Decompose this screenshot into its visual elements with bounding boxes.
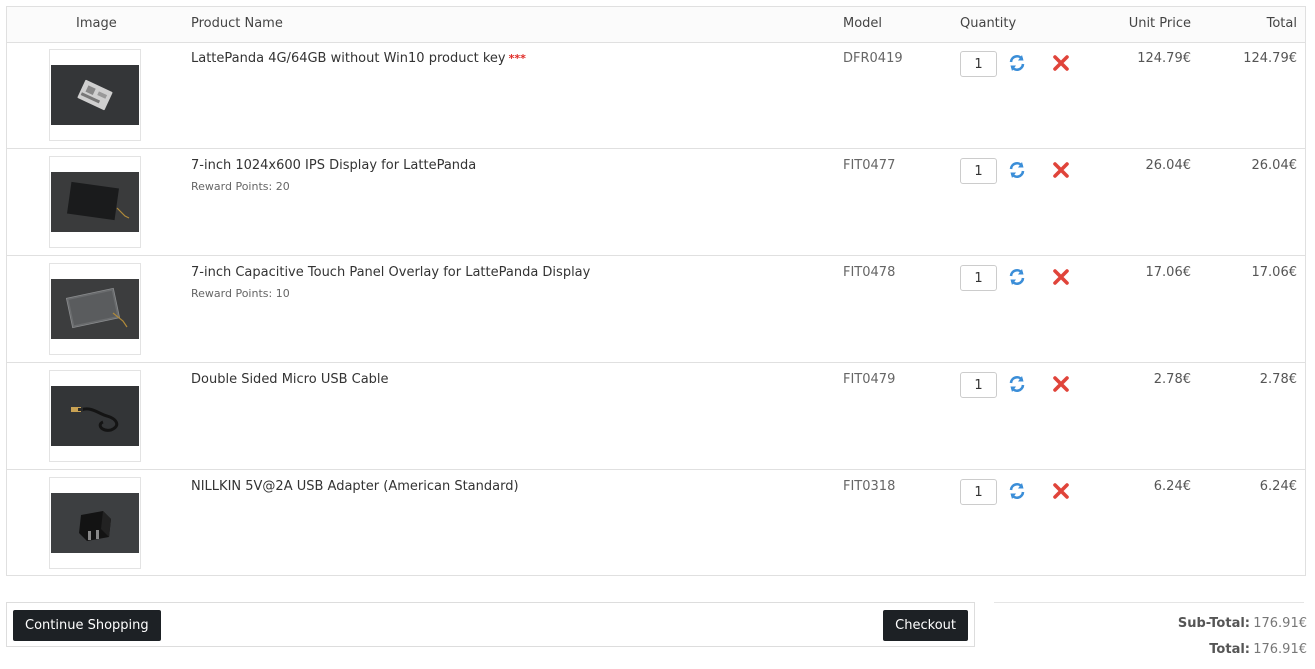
remove-icon[interactable] bbox=[1051, 481, 1071, 501]
product-model: FIT0318 bbox=[843, 479, 896, 494]
quantity-input[interactable] bbox=[960, 51, 997, 77]
summary-divider bbox=[994, 602, 1304, 603]
product-image-link[interactable] bbox=[49, 156, 141, 248]
row-total: 17.06€ bbox=[1251, 265, 1298, 280]
product-image-link[interactable] bbox=[49, 263, 141, 355]
remove-icon[interactable] bbox=[1051, 267, 1071, 287]
reward-points: Reward Points: 10 bbox=[191, 287, 290, 300]
product-model: FIT0478 bbox=[843, 265, 896, 280]
remove-icon[interactable] bbox=[1051, 53, 1071, 73]
row-total: 2.78€ bbox=[1259, 372, 1297, 387]
total-label: Total: bbox=[1209, 642, 1250, 657]
product-name-link[interactable]: LattePanda 4G/64GB without Win10 product… bbox=[191, 51, 526, 66]
product-image-link[interactable] bbox=[49, 49, 141, 141]
total-value: 176.91€ bbox=[1253, 642, 1307, 657]
product-name-link[interactable]: 7-inch Capacitive Touch Panel Overlay fo… bbox=[191, 265, 590, 280]
refresh-icon[interactable] bbox=[1007, 481, 1027, 501]
quantity-input[interactable] bbox=[960, 372, 997, 398]
table-row: NILLKIN 5V@2A USB Adapter (American Stan… bbox=[7, 470, 1305, 577]
product-name-link[interactable]: 7-inch 1024x600 IPS Display for LattePan… bbox=[191, 158, 476, 173]
refresh-icon[interactable] bbox=[1007, 267, 1027, 287]
product-image bbox=[51, 493, 139, 553]
header-quantity: Quantity bbox=[960, 16, 1017, 31]
cart-actions-bar: Continue Shopping Checkout bbox=[6, 602, 975, 647]
cart-table: Image Product Name Model Quantity Unit P… bbox=[6, 6, 1306, 576]
product-image bbox=[51, 279, 139, 339]
unit-price: 6.24€ bbox=[1153, 479, 1191, 494]
checkout-button[interactable]: Checkout bbox=[883, 610, 968, 641]
required-marker: *** bbox=[508, 52, 526, 65]
reward-points: Reward Points: 20 bbox=[191, 180, 290, 193]
unit-price: 2.78€ bbox=[1153, 372, 1191, 387]
row-total: 124.79€ bbox=[1243, 51, 1297, 66]
product-image bbox=[51, 65, 139, 125]
header-product-name: Product Name bbox=[191, 16, 283, 31]
quantity-input[interactable] bbox=[960, 265, 997, 291]
product-name-link[interactable]: Double Sided Micro USB Cable bbox=[191, 372, 389, 387]
quantity-input[interactable] bbox=[960, 158, 997, 184]
unit-price: 124.79€ bbox=[1137, 51, 1191, 66]
product-image-link[interactable] bbox=[49, 477, 141, 569]
header-unit-price: Unit Price bbox=[1128, 16, 1191, 31]
refresh-icon[interactable] bbox=[1007, 53, 1027, 73]
row-total: 6.24€ bbox=[1259, 479, 1297, 494]
remove-icon[interactable] bbox=[1051, 160, 1071, 180]
table-row: 7-inch 1024x600 IPS Display for LattePan… bbox=[7, 149, 1305, 256]
header-total: Total bbox=[1266, 16, 1297, 31]
subtotal-label: Sub-Total: bbox=[1177, 616, 1250, 631]
quantity-input[interactable] bbox=[960, 479, 997, 505]
product-name-link[interactable]: NILLKIN 5V@2A USB Adapter (American Stan… bbox=[191, 479, 519, 494]
product-image bbox=[51, 172, 139, 232]
cart-table-header: Image Product Name Model Quantity Unit P… bbox=[7, 7, 1305, 43]
header-model: Model bbox=[843, 16, 883, 31]
product-model: FIT0479 bbox=[843, 372, 896, 387]
product-model: DFR0419 bbox=[843, 51, 903, 66]
table-row: 7-inch Capacitive Touch Panel Overlay fo… bbox=[7, 256, 1305, 363]
table-row: Double Sided Micro USB Cable FIT0479 2.7… bbox=[7, 363, 1305, 470]
unit-price: 26.04€ bbox=[1145, 158, 1192, 173]
product-model: FIT0477 bbox=[843, 158, 896, 173]
header-image: Image bbox=[76, 16, 117, 31]
unit-price: 17.06€ bbox=[1145, 265, 1192, 280]
subtotal-value: 176.91€ bbox=[1253, 616, 1307, 631]
product-image bbox=[51, 386, 139, 446]
table-row: LattePanda 4G/64GB without Win10 product… bbox=[7, 42, 1305, 149]
product-image-link[interactable] bbox=[49, 370, 141, 462]
row-total: 26.04€ bbox=[1251, 158, 1298, 173]
refresh-icon[interactable] bbox=[1007, 160, 1027, 180]
remove-icon[interactable] bbox=[1051, 374, 1071, 394]
continue-shopping-button[interactable]: Continue Shopping bbox=[13, 610, 161, 641]
refresh-icon[interactable] bbox=[1007, 374, 1027, 394]
